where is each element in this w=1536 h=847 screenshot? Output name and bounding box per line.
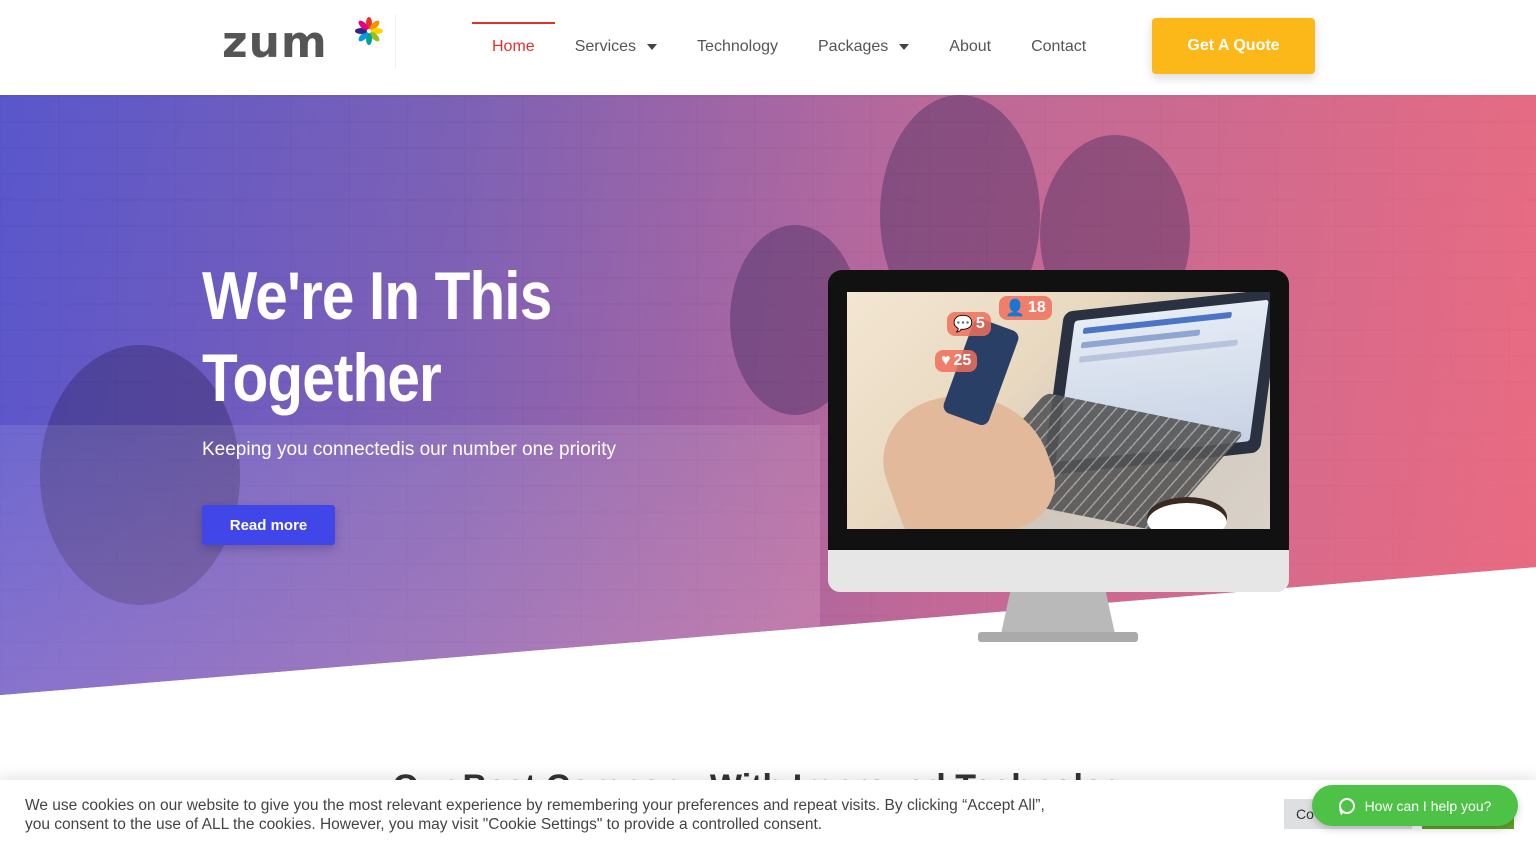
like-badge: ♥ 25: [935, 350, 978, 372]
nav-services-label: Services: [574, 38, 637, 55]
logo-text: zum: [222, 17, 328, 68]
nav-home[interactable]: Home: [472, 22, 555, 72]
whatsapp-chat-button[interactable]: How can I help you?: [1312, 785, 1518, 826]
nav-packages-label: Packages: [818, 38, 889, 55]
caret-down-icon: [647, 44, 658, 50]
comment-badge: 💬 5: [947, 312, 991, 336]
get-a-quote-button[interactable]: Get A Quote: [1152, 18, 1315, 74]
comment-icon: 💬: [953, 316, 973, 333]
whatsapp-label: How can I help you?: [1364, 797, 1492, 814]
monitor-illustration: 💬 5 ♥ 25 👤 18: [828, 270, 1289, 642]
nav-home-label: Home: [492, 38, 535, 55]
monitor-stand: [1001, 592, 1115, 634]
comment-count: 5: [975, 315, 985, 332]
logo-flower-icon: [355, 17, 383, 45]
cookie-banner: We use cookies on our website to give yo…: [0, 780, 1536, 847]
monitor-frame: 💬 5 ♥ 25 👤 18: [828, 270, 1289, 550]
nav-contact[interactable]: Contact: [1011, 22, 1106, 72]
site-header: zum Home Services Technology Packages Ab…: [0, 0, 1536, 95]
monitor-screen-image: 💬 5 ♥ 25 👤 18: [847, 292, 1270, 529]
nav-packages[interactable]: Packages: [798, 22, 929, 72]
follower-count: 18: [1027, 299, 1046, 316]
follower-badge: 👤 18: [999, 296, 1052, 320]
nav-about-label: About: [949, 38, 992, 55]
laptop-screen-bar: [1082, 311, 1233, 335]
nav-about[interactable]: About: [929, 22, 1011, 72]
monitor-base: [978, 632, 1138, 642]
nav-services[interactable]: Services: [555, 22, 677, 72]
hero-title: We're In This Together: [202, 255, 684, 419]
nav-technology-label: Technology: [697, 38, 778, 55]
cookie-text: We use cookies on our website to give yo…: [25, 797, 1045, 833]
nav-technology[interactable]: Technology: [677, 22, 798, 72]
whatsapp-icon: [1338, 797, 1355, 814]
monitor-chin: [828, 550, 1289, 592]
heart-icon: ♥: [941, 352, 951, 369]
main-nav: Home Services Technology Packages About …: [472, 22, 1106, 72]
hero-title-line1: We're In This: [202, 258, 552, 334]
like-count: 25: [953, 352, 972, 369]
hero-subtitle: Keeping you connectedis our number one p…: [202, 439, 617, 460]
logo-divider: [395, 14, 396, 68]
hero-title-line2: Together: [202, 340, 442, 416]
hero-desk-shape: [0, 425, 820, 695]
user-icon: 👤: [1005, 300, 1025, 317]
hero-section: We're In This Together Keeping you conne…: [0, 95, 1536, 695]
logo[interactable]: zum: [222, 17, 397, 68]
coffee-cup-shape: [1147, 497, 1227, 529]
caret-down-icon: [899, 44, 910, 50]
nav-contact-label: Contact: [1031, 38, 1087, 55]
read-more-button[interactable]: Read more: [202, 505, 335, 545]
